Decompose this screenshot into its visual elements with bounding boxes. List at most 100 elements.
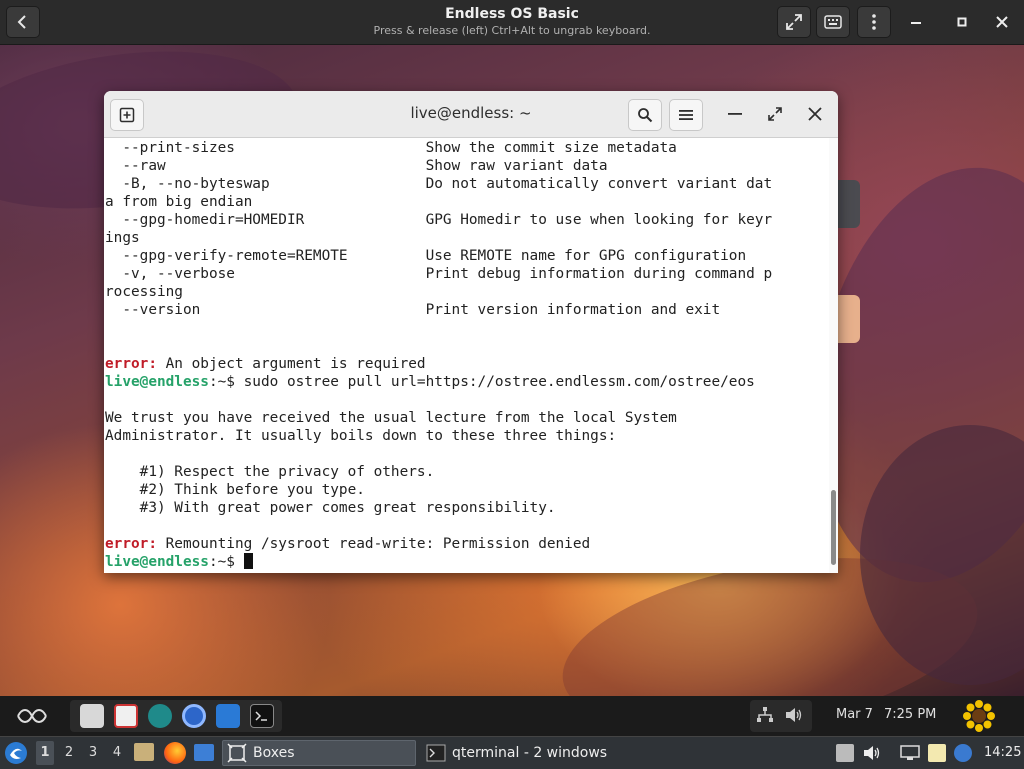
- prompt-label: live@endless: [105, 374, 209, 390]
- keyboard-icon: [824, 15, 842, 29]
- maximize-button[interactable]: [950, 10, 974, 34]
- terminal-line: #2) Think before you type.: [105, 481, 365, 499]
- maximize-icon: [957, 17, 967, 27]
- close-icon: [996, 16, 1008, 28]
- terminal-text: #1) Respect the privacy of others.: [105, 464, 435, 480]
- terminal-text: ings: [105, 230, 140, 246]
- terminal-text: Administrator. It usually boils down to …: [105, 428, 617, 444]
- document-app-icon[interactable]: [216, 704, 240, 728]
- host-clock[interactable]: 14:25: [984, 745, 1021, 760]
- terminal-line: --version Print version information and …: [105, 301, 720, 319]
- terminal-text: --gpg-homedir=HOMEDIR GPG Homedir to use…: [105, 212, 773, 228]
- distro-logo-icon: [5, 742, 27, 764]
- boxes-icon: [227, 743, 247, 763]
- close-icon: [808, 107, 822, 121]
- terminal-text: #2) Think before you type.: [105, 482, 365, 498]
- terminal-text: a from big endian: [105, 194, 253, 210]
- qterminal-icon: [426, 744, 446, 762]
- terminal-text: An object argument is required: [156, 356, 426, 372]
- error-label: error:: [105, 356, 157, 372]
- maximize-arrows-icon: [768, 107, 782, 121]
- search-icon: [638, 108, 653, 123]
- terminal-header-bar: live@endless: ~: [104, 91, 838, 138]
- terminal-line: --print-sizes Show the commit size metad…: [105, 139, 677, 157]
- minimize-icon: [911, 22, 921, 24]
- terminal-line: ings: [105, 229, 140, 247]
- minimize-button[interactable]: [904, 10, 928, 34]
- show-desktop-icon[interactable]: [194, 744, 214, 761]
- terminal-text: We trust you have received the usual lec…: [105, 410, 677, 426]
- host-taskbar: 1234 Boxes qterminal - 2 windows 14:25: [0, 736, 1024, 769]
- volume-tray-icon[interactable]: [862, 744, 882, 766]
- menu-button[interactable]: [857, 6, 891, 38]
- task-label: Boxes: [253, 745, 295, 761]
- vertical-dots-icon: [872, 14, 876, 30]
- terminal-text: --version Print version information and …: [105, 302, 721, 318]
- terminal-text: rocessing: [105, 284, 183, 300]
- app-center-icon[interactable]: [114, 704, 138, 728]
- panel-time[interactable]: 7:25 PM: [884, 707, 936, 722]
- terminal-text: --raw Show raw variant data: [105, 158, 608, 174]
- network-icon[interactable]: [756, 706, 774, 728]
- keyboard-button[interactable]: [816, 6, 850, 38]
- guest-taskbar: Mar 7 7:25 PM: [0, 696, 1024, 736]
- terminal-output[interactable]: --print-sizes Show the commit size metad…: [104, 138, 828, 573]
- terminal-minimize-button[interactable]: [724, 103, 746, 125]
- terminal-line: live@endless:~$: [105, 553, 253, 571]
- endless-menu-button[interactable]: [16, 706, 48, 730]
- workspace-button[interactable]: 2: [60, 745, 78, 760]
- terminal-close-button[interactable]: [804, 103, 826, 125]
- text-cursor: [243, 553, 253, 569]
- hamburger-menu-button[interactable]: [669, 99, 703, 131]
- files-app-icon[interactable]: [80, 704, 104, 728]
- volume-icon[interactable]: [784, 706, 804, 728]
- start-menu-button[interactable]: [4, 741, 28, 769]
- terminal-line: We trust you have received the usual lec…: [105, 409, 677, 427]
- terminal-line: a from big endian: [105, 193, 252, 211]
- panel-date[interactable]: Mar 7: [836, 707, 873, 722]
- terminal-line: --raw Show raw variant data: [105, 157, 608, 175]
- terminal-text: --print-sizes Show the commit size metad…: [105, 140, 677, 156]
- terminal-window: live@endless: ~ --print-sizes Show the c…: [104, 91, 838, 573]
- error-label: error:: [105, 536, 157, 552]
- terminal-scrollbar[interactable]: [829, 138, 838, 573]
- endless-logo-icon: [17, 709, 47, 723]
- terminal-text: -B, --no-byteswap Do not automatically c…: [105, 176, 773, 192]
- updates-tray-icon[interactable]: [954, 744, 972, 762]
- terminal-line: rocessing: [105, 283, 183, 301]
- prompt-label: live@endless: [105, 554, 209, 570]
- terminal-text: :~$ sudo ostree pull url=https://ostree.…: [208, 374, 755, 390]
- terminal-line: #1) Respect the privacy of others.: [105, 463, 435, 481]
- terminal-line: --gpg-verify-remote=REMOTE Use REMOTE na…: [105, 247, 746, 265]
- terminal-line: live@endless:~$ sudo ostree pull url=htt…: [105, 373, 755, 391]
- workspace-button[interactable]: 3: [84, 745, 102, 760]
- chromium-icon[interactable]: [182, 704, 206, 728]
- terminal-line: Administrator. It usually boils down to …: [105, 427, 616, 445]
- terminal-line: --gpg-homedir=HOMEDIR GPG Homedir to use…: [105, 211, 772, 229]
- workspace-button[interactable]: 1: [36, 741, 54, 765]
- clipboard-tray-icon[interactable]: [836, 744, 854, 762]
- hamburger-icon: [679, 110, 693, 120]
- notes-tray-icon[interactable]: [928, 744, 946, 762]
- user-menu-sunflower-icon[interactable]: [962, 699, 996, 737]
- search-button[interactable]: [628, 99, 662, 131]
- terminal-text: Remounting /sysroot read-write: Permissi…: [156, 536, 591, 552]
- file-manager-icon[interactable]: [134, 743, 154, 761]
- task-label: qterminal - 2 windows: [452, 745, 608, 761]
- terminal-text: --gpg-verify-remote=REMOTE Use REMOTE na…: [105, 248, 747, 264]
- task-boxes[interactable]: Boxes: [222, 740, 416, 766]
- firefox-icon[interactable]: [164, 742, 186, 764]
- terminal-app-icon[interactable]: [250, 704, 274, 728]
- minimize-icon: [728, 113, 742, 115]
- terminal-line: #3) With great power comes great respons…: [105, 499, 556, 517]
- maps-app-icon[interactable]: [148, 704, 172, 728]
- terminal-line: -v, --verbose Print debug information du…: [105, 265, 772, 283]
- task-qterminal[interactable]: qterminal - 2 windows: [422, 740, 618, 766]
- workspace-button[interactable]: 4: [108, 745, 126, 760]
- scrollbar-thumb[interactable]: [831, 490, 836, 565]
- network-tray-icon[interactable]: [900, 745, 920, 765]
- expand-icon: [786, 14, 802, 30]
- fullscreen-button[interactable]: [777, 6, 811, 38]
- close-button[interactable]: [990, 10, 1014, 34]
- terminal-maximize-button[interactable]: [764, 103, 786, 125]
